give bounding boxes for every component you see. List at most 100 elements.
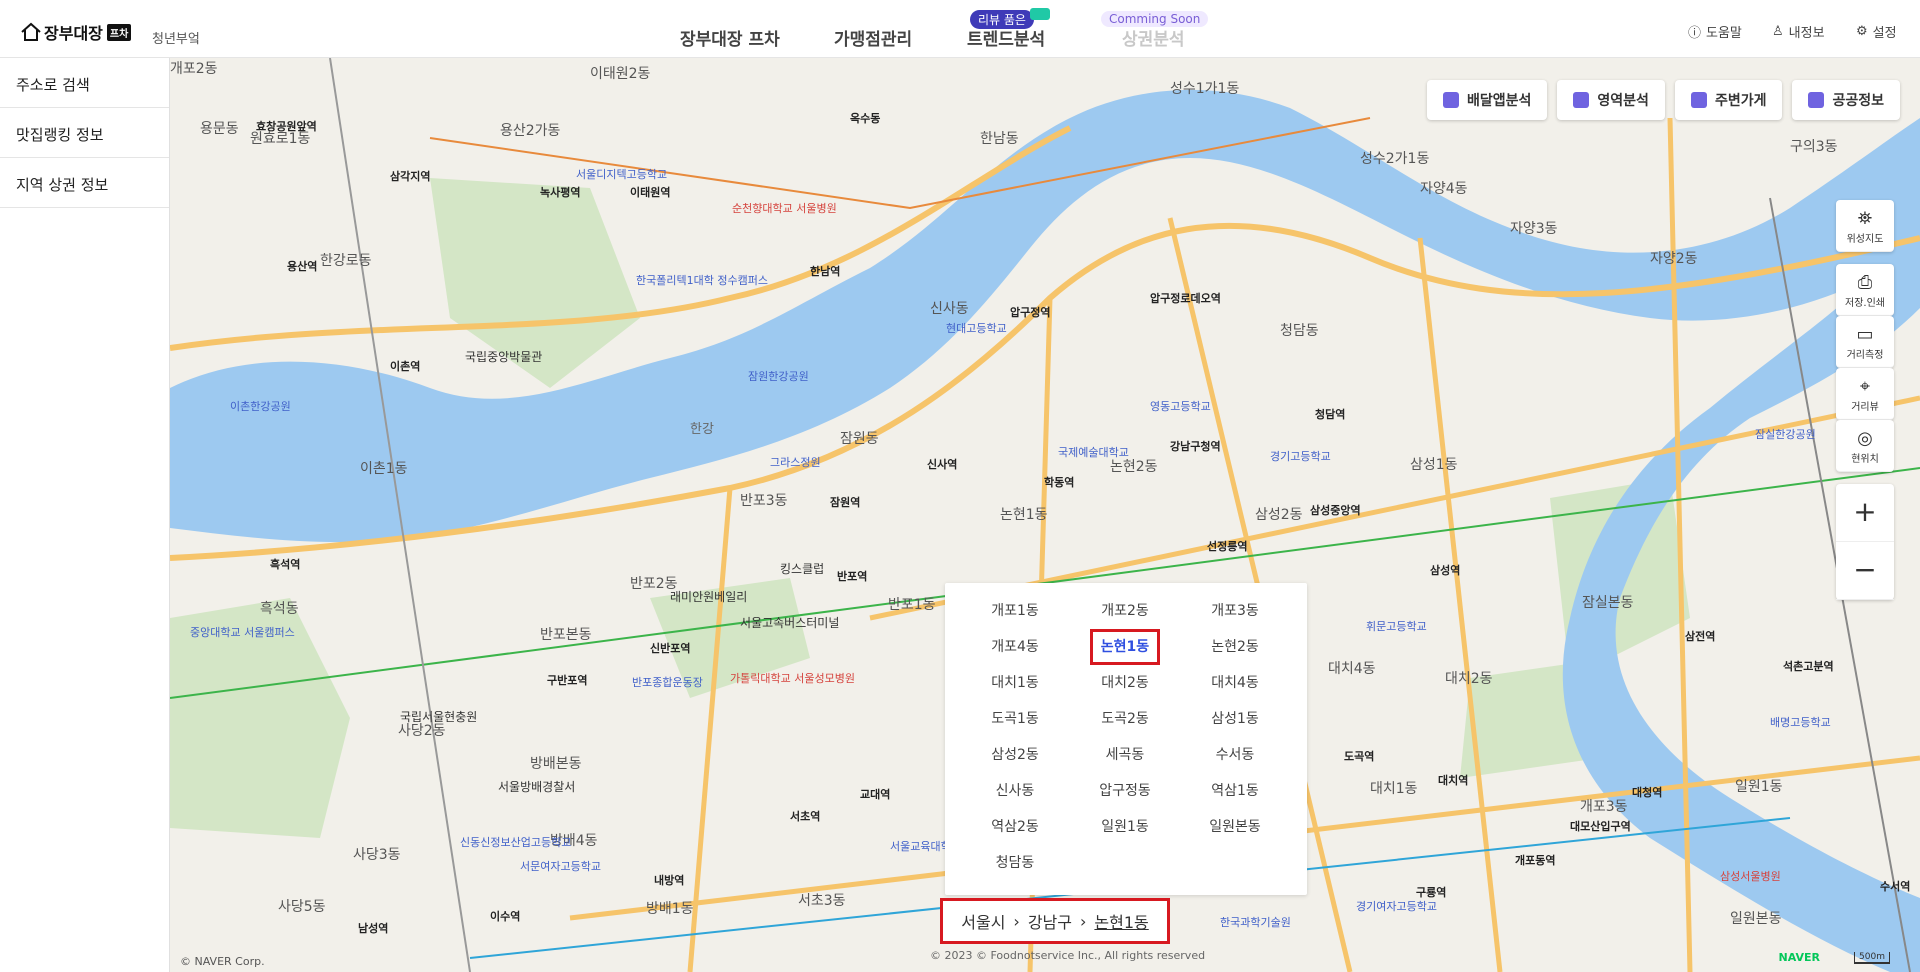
satellite-map-button[interactable]: ⛯ 위성지도 — [1836, 200, 1894, 252]
dong-option[interactable]: 도곡2동 — [1070, 701, 1180, 737]
print-button[interactable]: ⎙ 저장.인쇄 — [1836, 264, 1894, 316]
map-tools: ⛯ 위성지도 ⎙ 저장.인쇄 ▭ 거리측정 ⌖ 거리뷰 ◎ 현위치 + − — [1836, 200, 1894, 600]
zoom-in-button[interactable]: + — [1836, 484, 1894, 542]
sidebar-item-address-search[interactable]: 주소로 검색 — [0, 58, 169, 108]
dong-option[interactable]: 일원본동 — [1180, 809, 1290, 845]
dong-option[interactable]: 청담동 — [960, 845, 1070, 881]
dong-option[interactable]: 신사동 — [960, 773, 1070, 809]
measure-button[interactable]: ▭ 거리측정 — [1836, 316, 1894, 368]
map-label-han-river: 한강 — [690, 422, 714, 437]
dong-option[interactable]: 역삼1동 — [1180, 773, 1290, 809]
user-icon: ♙ — [1772, 24, 1784, 39]
map-label-banpobon: 반포본동 — [540, 627, 592, 643]
map-label-jayang2: 자양2동 — [1650, 251, 1698, 267]
sidebar-item-local-commerce[interactable]: 지역 상권 정보 — [0, 158, 169, 208]
map-label-daechi1: 대치1동 — [1370, 781, 1418, 797]
nav-store-management[interactable]: 가맹점관리 — [834, 25, 912, 50]
dong-option[interactable]: 역삼2동 — [960, 809, 1070, 845]
app-logo[interactable]: 장부대장 프차 — [20, 20, 132, 44]
map-label-sadang5: 사당5동 — [278, 899, 326, 915]
chevron-right-icon: › — [1013, 911, 1020, 931]
map-label-samseong-stn: 삼성역 — [1430, 564, 1461, 577]
map-poi-baemyeong-hs: 배명고등학교 — [1770, 716, 1831, 729]
nav-commercial-analysis: 상권분석 — [1122, 30, 1185, 50]
store-icon — [1690, 92, 1707, 108]
map-label-noksapyeong: 녹사평역 — [540, 186, 581, 199]
map-label-jamwon-stn: 잠원역 — [830, 496, 861, 509]
zoom-control: + − — [1836, 484, 1894, 600]
map-label-cheongdam-stn: 청담역 — [1315, 408, 1346, 421]
map-label-gaepo2: 개포2동 — [170, 61, 218, 77]
area-icon — [1573, 92, 1590, 108]
map-poi-raemian: 래미안원베일리 — [670, 590, 748, 604]
ruler-icon: ▭ — [1856, 324, 1874, 345]
map-label-daemosan: 대모산입구역 — [1570, 820, 1631, 833]
map-label-samseong-jungang: 삼성중앙역 — [1310, 504, 1361, 517]
chat-icon — [1030, 8, 1050, 20]
map-poi-hyundai-hs: 현대고등학교 — [946, 322, 1007, 335]
map-label-bangbaebon: 방배본동 — [530, 756, 582, 772]
dong-option[interactable]: 개포4동 — [960, 629, 1070, 665]
nearby-stores-button[interactable]: 주변가게 — [1674, 80, 1783, 120]
nav-franchise[interactable]: 장부대장 프차 — [680, 25, 780, 50]
map-label-samjeon: 삼전역 — [1685, 630, 1716, 643]
sidebar-item-restaurant-ranking[interactable]: 맛집랭킹 정보 — [0, 108, 169, 158]
map-label-gaepodong: 개포동역 — [1515, 854, 1556, 867]
dong-option[interactable]: 개포1동 — [960, 593, 1070, 629]
delivery-app-label: 배달앱분석 — [1467, 93, 1532, 109]
dong-option[interactable]: 압구정동 — [1070, 773, 1180, 809]
sidebar: 주소로 검색 맛집랭킹 정보 지역 상권 정보 — [0, 58, 170, 972]
map-poi-kings-club: 킹스클럽 — [780, 562, 825, 576]
settings-label: 설정 — [1872, 26, 1897, 41]
map-label-cheongdam: 청담동 — [1280, 323, 1319, 339]
map-label-jamwon: 잠원동 — [840, 431, 879, 447]
dong-option[interactable]: 개포2동 — [1070, 593, 1180, 629]
dong-option[interactable]: 논현1동 — [1090, 629, 1160, 665]
map-poi-chungang-univ: 중앙대학교 서울캠퍼스 — [190, 626, 295, 639]
location-breadcrumb[interactable]: 서울시 › 강남구 › 논현1동 — [940, 898, 1170, 944]
map-poi-polytech: 한국폴리텍1대학 정수캠퍼스 — [636, 274, 768, 287]
map-label-sinsa: 신사동 — [930, 301, 969, 317]
zoom-out-button[interactable]: − — [1836, 542, 1894, 600]
dong-grid: 개포1동 개포2동 개포3동개포4동 논현1동 논현2동대치1동 대치2동 대치4동도곡1동… — [945, 583, 1307, 891]
dong-option[interactable]: 도곡1동 — [960, 701, 1070, 737]
streetview-label: 거리뷰 — [1851, 402, 1879, 413]
current-location-button[interactable]: ◎ 현위치 — [1836, 420, 1894, 472]
print-label: 저장.인쇄 — [1845, 298, 1885, 309]
map-label-isu: 이수역 — [490, 910, 521, 923]
naver-copyright: © NAVER Corp. — [180, 955, 265, 968]
map-poi-banpo-stadium: 반포종합운동장 — [632, 676, 703, 689]
dong-option[interactable]: 논현2동 — [1180, 629, 1290, 665]
help-label: 도움말 — [1706, 26, 1742, 41]
map-label-sadang3: 사당3동 — [353, 847, 401, 863]
map-label-ichon1: 이촌1동 — [360, 461, 408, 477]
dong-option[interactable]: 삼성2동 — [960, 737, 1070, 773]
public-info-button[interactable]: 공공정보 — [1792, 80, 1900, 120]
breadcrumb-city[interactable]: 서울시 — [961, 909, 1005, 933]
dong-option[interactable]: 세곡동 — [1070, 737, 1180, 773]
map-label-ilwonbon: 일원본동 — [1730, 911, 1782, 927]
map-poi-arts-college: 국제예술대학교 — [1058, 446, 1129, 459]
map-poi-police: 서울방배경찰서 — [498, 780, 576, 794]
map-label-seocho-stn: 서초역 — [790, 810, 821, 823]
dong-option[interactable]: 삼성1동 — [1180, 701, 1290, 737]
dong-option[interactable]: 대치1동 — [960, 665, 1070, 701]
myinfo-link[interactable]: ♙ 내정보 — [1772, 22, 1825, 41]
business-name[interactable]: 청년부엌 — [152, 28, 200, 47]
breadcrumb-gu[interactable]: 강남구 — [1028, 909, 1072, 933]
dong-option[interactable]: 수서동 — [1180, 737, 1290, 773]
dong-option[interactable]: 일원1동 — [1070, 809, 1180, 845]
streetview-button[interactable]: ⌖ 거리뷰 — [1836, 368, 1894, 420]
map-poi-gyeonggi-hs: 경기고등학교 — [1270, 450, 1331, 463]
area-analysis-button[interactable]: 영역분석 — [1557, 80, 1665, 120]
map-poi-sindong-hs: 신동신정보산업고등학교 — [460, 836, 572, 849]
breadcrumb-dong[interactable]: 논현1동 — [1094, 909, 1148, 933]
map-poi-national-museum: 국립중앙박물관 — [465, 350, 543, 364]
dong-option[interactable]: 대치2동 — [1070, 665, 1180, 701]
help-link[interactable]: ⓘ 도움말 — [1688, 22, 1742, 41]
dong-option[interactable]: 개포3동 — [1180, 593, 1290, 629]
gear-icon: ⚙ — [1856, 24, 1868, 39]
settings-link[interactable]: ⚙ 설정 — [1856, 22, 1897, 41]
delivery-app-analysis-button[interactable]: 배달앱분석 — [1427, 80, 1548, 120]
dong-option[interactable]: 대치4동 — [1180, 665, 1290, 701]
